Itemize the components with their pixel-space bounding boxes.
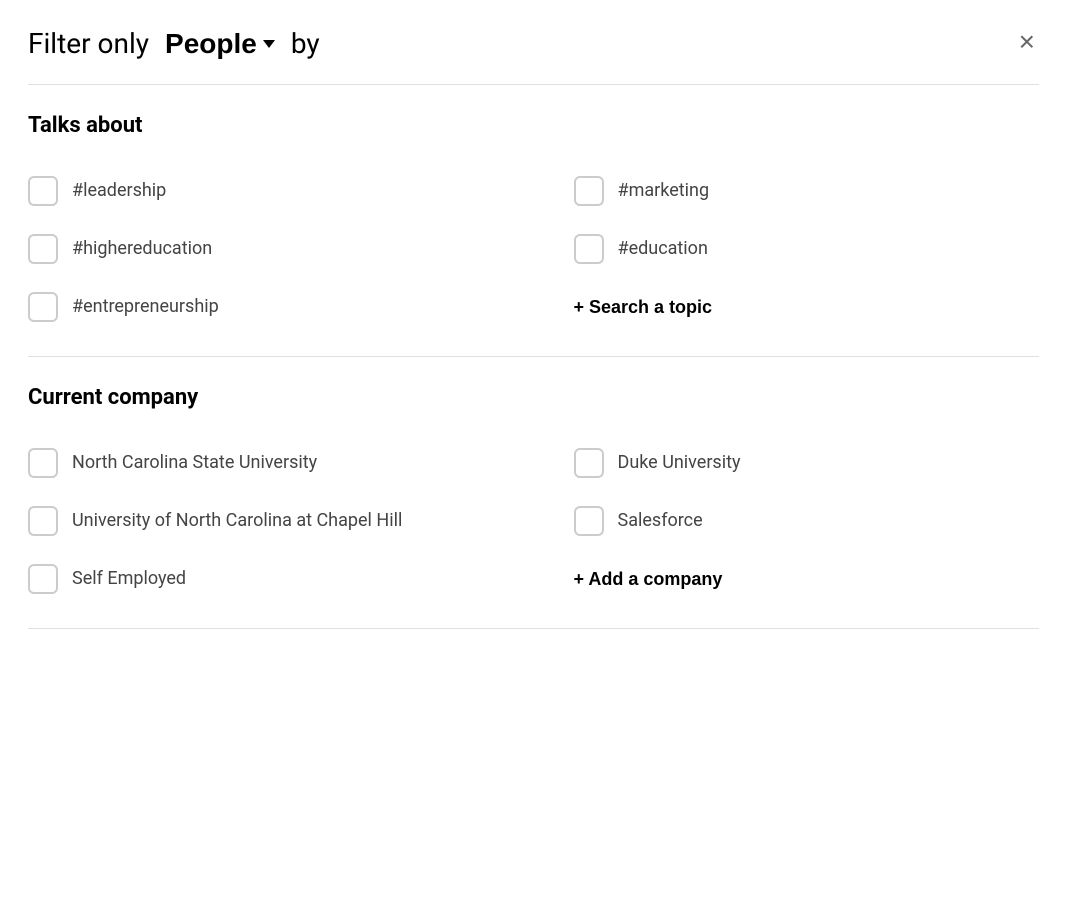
- label-entrepreneurship: #entrepreneurship: [72, 295, 219, 318]
- label-unc: University of North Carolina at Chapel H…: [72, 509, 402, 532]
- by-label: by: [291, 27, 320, 61]
- search-topic-button[interactable]: + Search a topic: [534, 278, 1040, 336]
- filter-item-highereducation[interactable]: #highereducation: [28, 220, 534, 278]
- checkbox-leadership[interactable]: [28, 176, 58, 206]
- talks-about-title: Talks about: [28, 113, 1039, 138]
- filter-item-unc[interactable]: University of North Carolina at Chapel H…: [28, 492, 534, 550]
- checkbox-entrepreneurship[interactable]: [28, 292, 58, 322]
- filter-item-self[interactable]: Self Employed: [28, 550, 534, 608]
- filter-item-leadership[interactable]: #leadership: [28, 162, 534, 220]
- filter-modal: Filter only People by × Talks about #lea…: [0, 0, 1067, 915]
- add-company-label: + Add a company: [574, 569, 723, 590]
- checkbox-marketing[interactable]: [574, 176, 604, 206]
- filter-header: Filter only People by ×: [0, 0, 1067, 84]
- filter-item-ncsu[interactable]: North Carolina State University: [28, 434, 534, 492]
- filter-item-marketing[interactable]: #marketing: [534, 162, 1040, 220]
- filter-item-entrepreneurship[interactable]: #entrepreneurship: [28, 278, 534, 336]
- filter-item-education[interactable]: #education: [534, 220, 1040, 278]
- checkbox-duke[interactable]: [574, 448, 604, 478]
- people-label: People: [165, 28, 257, 60]
- add-company-button[interactable]: + Add a company: [534, 550, 1040, 608]
- label-marketing: #marketing: [618, 179, 710, 202]
- checkbox-self[interactable]: [28, 564, 58, 594]
- current-company-grid: North Carolina State University Duke Uni…: [28, 434, 1039, 608]
- checkbox-education[interactable]: [574, 234, 604, 264]
- filter-only-label: Filter only: [28, 27, 149, 61]
- checkbox-ncsu[interactable]: [28, 448, 58, 478]
- talks-about-section: Talks about #leadership #marketing #high…: [0, 85, 1067, 356]
- label-duke: Duke University: [618, 451, 741, 474]
- label-highereducation: #highereducation: [72, 237, 212, 260]
- current-company-title: Current company: [28, 385, 1039, 410]
- close-button[interactable]: ×: [1015, 24, 1039, 60]
- current-company-section: Current company North Carolina State Uni…: [0, 357, 1067, 628]
- label-education: #education: [618, 237, 708, 260]
- checkbox-salesforce[interactable]: [574, 506, 604, 536]
- label-salesforce: Salesforce: [618, 509, 703, 532]
- chevron-down-icon: [263, 40, 275, 48]
- checkbox-unc[interactable]: [28, 506, 58, 536]
- checkbox-highereducation[interactable]: [28, 234, 58, 264]
- filter-item-duke[interactable]: Duke University: [534, 434, 1040, 492]
- talks-about-grid: #leadership #marketing #highereducation …: [28, 162, 1039, 336]
- people-dropdown[interactable]: People: [157, 24, 283, 64]
- label-self: Self Employed: [72, 567, 186, 590]
- footer-divider: [28, 628, 1039, 629]
- search-topic-label: + Search a topic: [574, 297, 713, 318]
- filter-item-salesforce[interactable]: Salesforce: [534, 492, 1040, 550]
- label-leadership: #leadership: [72, 179, 166, 202]
- label-ncsu: North Carolina State University: [72, 451, 317, 474]
